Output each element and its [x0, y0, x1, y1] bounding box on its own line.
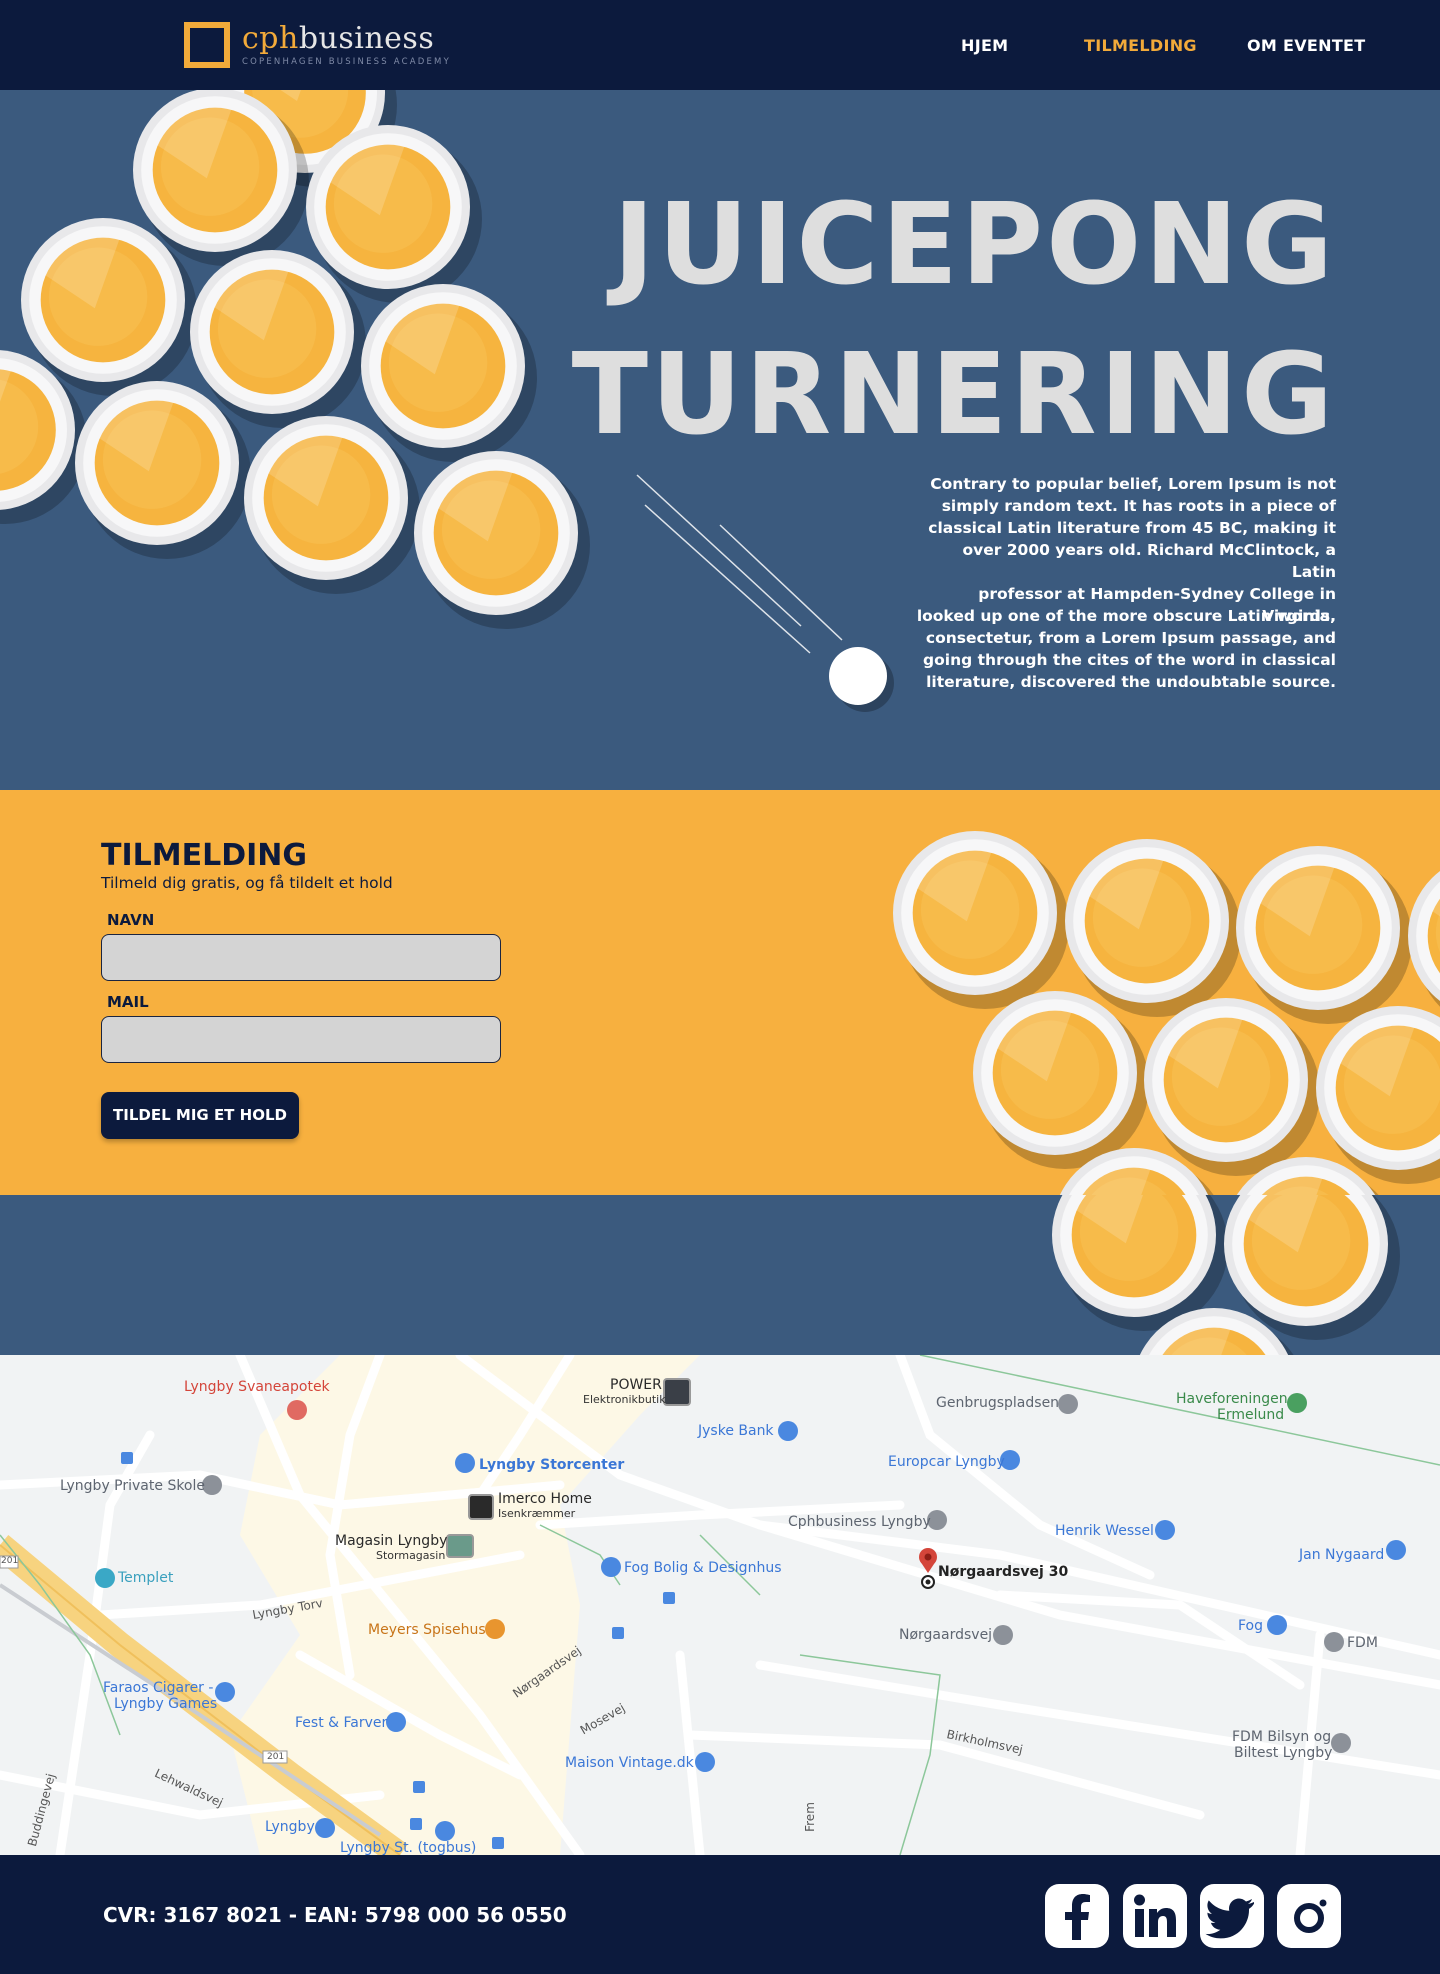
logo-square-icon [184, 22, 230, 68]
map-pin-address[interactable]: Nørgaardsvej 30 [938, 1564, 1068, 1580]
map-label: Genbrugspladsen [936, 1395, 1060, 1411]
road-shield: 201 [1, 1556, 19, 1566]
juice-cup-icon [75, 381, 251, 559]
map-label: FDM [1347, 1635, 1378, 1651]
signup-title: TILMELDING [101, 838, 308, 873]
map-label: Lyngby St. (togbus) [340, 1840, 477, 1855]
map-label: Henrik Wessel [1055, 1523, 1154, 1539]
hero-section: JUICEPONG TURNERING Contrary to popular … [0, 90, 1440, 790]
map-label: Fog Bolig & Designhus [624, 1560, 782, 1576]
logo-subtitle: COPENHAGEN BUSINESS ACADEMY [242, 56, 451, 67]
road-shield: 201 [267, 1752, 285, 1762]
twitter-icon[interactable] [1200, 1884, 1264, 1948]
instagram-icon[interactable] [1277, 1884, 1341, 1948]
name-label: NAVN [107, 911, 155, 929]
map-label: Lyngby Private Skole [60, 1478, 206, 1494]
juice-cup-icon [306, 125, 482, 303]
juice-cup-icon [414, 451, 590, 629]
map-label: POWER [610, 1377, 662, 1393]
ping-pong-ball-icon [829, 647, 887, 705]
signup-section: TILMELDING Tilmeld dig gratis, og få til… [0, 790, 1440, 1195]
map-label: Fog [1238, 1618, 1264, 1634]
map-label: Lyngby Games [114, 1696, 218, 1712]
mail-label: MAIL [107, 993, 149, 1011]
footer: CVR: 3167 8021 - EAN: 5798 000 56 0550 [0, 1855, 1440, 1974]
map-label: Jyske Bank [698, 1423, 774, 1439]
juice-cup-icon [1316, 1006, 1440, 1184]
map-label: Lyngby [265, 1819, 315, 1835]
location-map[interactable]: Lyngby Svaneapotek POWER Elektronikbutik… [0, 1355, 1440, 1855]
nav-link-hjem[interactable]: HJEM [961, 36, 1008, 55]
juice-cup-icon [973, 991, 1149, 1169]
linkedin-icon[interactable] [1123, 1884, 1187, 1948]
hero-paragraph-2: looked up one of the more obscure Latin … [916, 607, 1336, 691]
top-navigation: cphbusiness COPENHAGEN BUSINESS ACADEMY … [0, 0, 1440, 90]
assign-team-button[interactable]: TILDEL MIG ET HOLD [101, 1092, 299, 1139]
map-label: Ermelund [1217, 1407, 1285, 1423]
mail-input[interactable] [101, 1016, 501, 1063]
nav-link-tilmelding[interactable]: TILMELDING [1084, 36, 1197, 55]
map-label: Elektronikbutik [583, 1393, 666, 1406]
map-label: Haveforeningen [1176, 1391, 1288, 1407]
map-label: Templet [118, 1570, 174, 1586]
map-label: Jan Nygaard [1299, 1547, 1385, 1563]
juice-cup-icon [1408, 871, 1440, 1007]
juice-cup-icon [893, 831, 1069, 1009]
juice-cup-icon [1144, 998, 1320, 1176]
map-label: Faraos Cigarer - [103, 1680, 214, 1696]
map-label: FDM Bilsyn og [1232, 1729, 1332, 1745]
signup-subtitle: Tilmeld dig gratis, og få tildelt et hol… [101, 874, 393, 892]
map-label: Europcar Lyngby [888, 1454, 1005, 1470]
map-label: Biltest Lyngby [1234, 1745, 1333, 1761]
map-label: Lyngby Svaneapotek [184, 1379, 330, 1395]
juice-cup-icon [1236, 846, 1412, 1024]
map-label: Frem [802, 1802, 817, 1832]
nav-link-om-eventet[interactable]: OM EVENTET [1247, 36, 1365, 55]
juice-cup-icon [361, 284, 537, 462]
cups-overflow-area [0, 1195, 1440, 1355]
name-input[interactable] [101, 934, 501, 981]
map-label: Meyers Spisehus [368, 1622, 486, 1638]
hero-title: JUICEPONG TURNERING [571, 180, 1336, 460]
cup-illustration-overflow [1052, 1195, 1400, 1355]
map-label: Stormagasin [376, 1549, 446, 1562]
juice-cup-icon [244, 416, 420, 594]
map-label: Isenkræmmer [498, 1507, 576, 1520]
map-label: Maison Vintage.dk [565, 1755, 694, 1771]
facebook-icon[interactable] [1045, 1884, 1109, 1948]
company-info: CVR: 3167 8021 - EAN: 5798 000 56 0550 [103, 1903, 567, 1927]
juice-cup-icon [1065, 839, 1241, 1017]
map-label: Fest & Farver [295, 1715, 388, 1731]
map-label: Cphbusiness Lyngby [788, 1514, 931, 1530]
map-label: Lyngby Storcenter [479, 1457, 625, 1473]
map-label: Imerco Home [498, 1491, 592, 1507]
cphbusiness-logo[interactable]: cphbusiness COPENHAGEN BUSINESS ACADEMY [184, 20, 451, 70]
map-label: Nørgaardsvej [899, 1627, 993, 1643]
hero-paragraph-1: Contrary to popular belief, Lorem Ipsum … [928, 475, 1336, 625]
map-label: Magasin Lyngby [335, 1533, 448, 1549]
